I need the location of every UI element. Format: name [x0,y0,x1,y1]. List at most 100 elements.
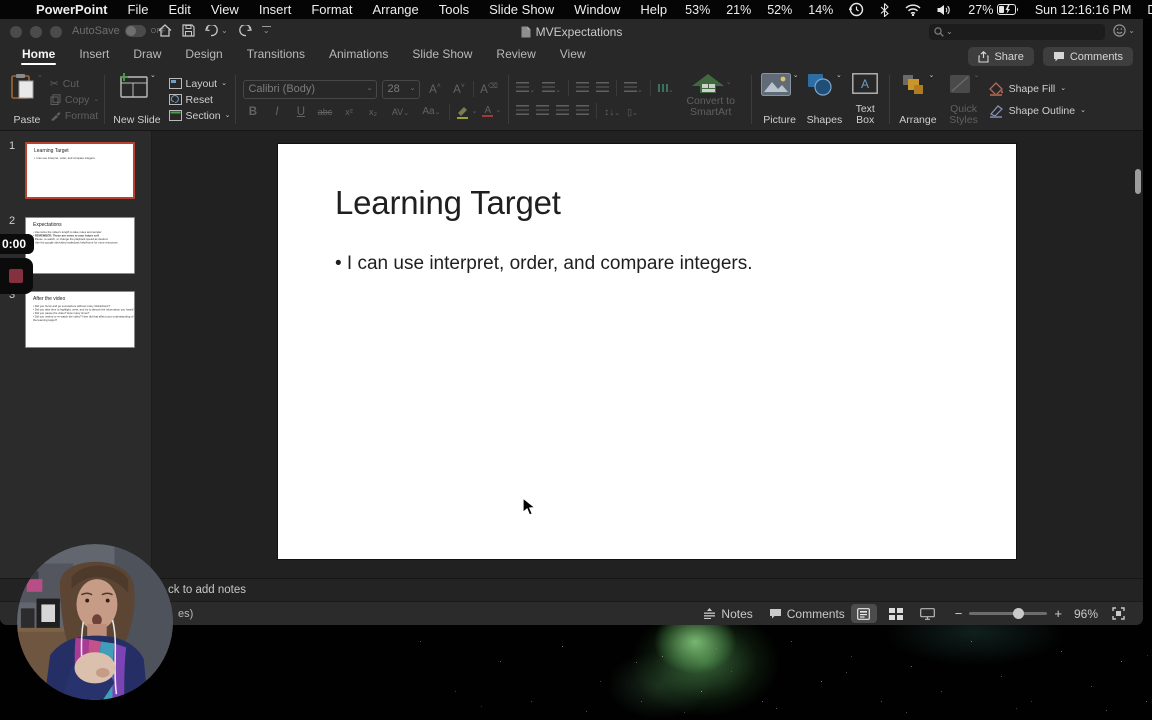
add-table-button[interactable]: ⌄ [657,79,674,97]
copy-button[interactable]: Copy ⌄ [50,94,99,106]
search-field[interactable]: ⌄ [929,24,1105,40]
strikethrough-button[interactable]: abc [315,107,334,117]
close-window-button[interactable] [10,26,22,38]
slide-1-thumbnail[interactable]: Learning Target I can use interpret, ord… [25,142,135,199]
zoom-percent[interactable]: 96% [1074,607,1098,621]
quick-styles-button[interactable]: ⌄ Quick Styles [941,71,987,128]
menu-format[interactable]: Format [301,2,362,17]
fit-slide-button[interactable] [1112,607,1125,620]
tab-review[interactable]: Review [484,44,547,68]
tab-animations[interactable]: Animations [317,44,400,68]
notes-pane[interactable]: ck to add notes [0,578,1143,601]
new-slide-button[interactable]: ⌄ New Slide [110,71,163,128]
time-machine-icon[interactable] [841,2,872,17]
line-spacing-button[interactable]: ⌄ [623,79,643,97]
tab-design[interactable]: Design [173,44,234,68]
decrease-indent-button[interactable] [575,79,589,97]
stat-mem[interactable]: 21% [718,3,759,17]
comments-toggle-button[interactable]: Comments [769,607,845,621]
convert-to-smartart-button[interactable]: ⌄ Convert to SmartArt [676,71,746,128]
align-left-button[interactable] [516,102,530,120]
clear-formatting-button[interactable]: A⌫ [479,82,498,96]
customize-toolbar-icon[interactable]: ⌄ [261,25,271,36]
slide-2-thumbnail[interactable]: Expectations Use twice the video's lengt… [25,217,135,274]
menu-edit[interactable]: Edit [158,2,200,17]
text-direction-button[interactable]: ↕↓⌄ [604,102,620,120]
align-center-button[interactable] [536,102,550,120]
bold-button[interactable]: B [243,106,262,118]
stat-disk[interactable]: 52% [759,3,800,17]
change-case-button[interactable]: Aa⌄ [418,106,444,117]
webcam-overlay-bubble[interactable] [17,544,173,700]
vertical-scrollbar-thumb[interactable] [1135,169,1141,194]
shape-fill-button[interactable]: Shape Fill ⌄ [988,81,1086,96]
layout-button[interactable]: Layout ⌄ [168,78,231,90]
volume-icon[interactable] [929,4,960,16]
comments-button[interactable]: Comments [1042,47,1133,66]
menu-window[interactable]: Window [564,2,630,17]
highlight-color-button[interactable]: ⌄ [455,105,477,119]
slide-sorter-view-button[interactable] [883,604,909,623]
cut-button[interactable]: ✂ Cut [50,78,99,90]
tab-insert[interactable]: Insert [67,44,121,68]
section-button[interactable]: Section ⌄ [168,110,230,122]
redo-button[interactable] [238,24,252,37]
undo-button[interactable]: ⌄ [205,24,228,37]
font-color-button[interactable]: A ⌄ [482,105,501,118]
align-text-button[interactable]: ▯⌄ [627,102,638,120]
grow-font-button[interactable]: A˄ [425,83,444,96]
text-box-button[interactable]: A Text Box [846,71,884,128]
save-icon[interactable] [182,24,195,37]
increase-indent-button[interactable] [595,79,609,97]
character-spacing-button[interactable]: AV⌄ [387,107,413,117]
menu-arrange[interactable]: Arrange [363,2,429,17]
bullets-button[interactable]: ⌄ [516,79,535,97]
slide-title-text[interactable]: Learning Target [335,184,561,222]
shapes-button[interactable]: ⌄ Shapes [803,71,847,128]
menu-powerpoint[interactable]: PowerPoint [26,2,118,17]
menu-slideshow[interactable]: Slide Show [479,2,564,17]
menu-help[interactable]: Help [630,2,677,17]
fast-user-switch[interactable]: Daphne [1139,3,1152,17]
tab-home[interactable]: Home [10,44,67,68]
tab-draw[interactable]: Draw [121,44,173,68]
tab-view[interactable]: View [548,44,598,68]
arrange-button[interactable]: ⌄ Arrange [895,71,940,128]
align-right-button[interactable] [556,102,570,120]
shrink-font-button[interactable]: A˅ [449,83,468,96]
zoom-slider[interactable] [969,608,1048,619]
subscript-button[interactable]: x₂ [363,107,382,117]
stat-net[interactable]: 14% [800,3,841,17]
justify-button[interactable] [576,102,590,120]
font-name-select[interactable]: Calibri (Body) ⌄ [243,79,378,99]
reset-button[interactable]: Reset [168,94,231,106]
zoom-out-button[interactable]: − [955,606,963,621]
menu-file[interactable]: File [118,2,159,17]
battery-status[interactable]: 27% [960,3,1027,17]
font-size-select[interactable]: 28 ⌄ [382,79,421,99]
zoom-slider-thumb[interactable] [1013,608,1025,619]
shape-outline-button[interactable]: Shape Outline ⌄ [989,104,1086,118]
share-button[interactable]: Share [968,47,1034,66]
feedback-smiley-button[interactable]: ⌄ [1113,24,1135,37]
autosave-toggle[interactable] [124,25,146,37]
menu-tools[interactable]: Tools [429,2,479,17]
home-icon[interactable] [158,24,172,37]
slide-3-thumbnail[interactable]: After the video Did you focus and go som… [25,291,135,348]
picture-button[interactable]: ⌄ Picture [757,71,803,128]
zoom-window-button[interactable] [50,26,62,38]
italic-button[interactable]: I [267,106,286,118]
slideshow-view-button[interactable] [915,604,941,623]
tab-slide-show[interactable]: Slide Show [400,44,484,68]
wifi-icon[interactable] [897,3,929,16]
paste-button[interactable]: ⌄ Paste [8,71,46,128]
menu-view[interactable]: View [201,2,249,17]
menu-insert[interactable]: Insert [249,2,302,17]
superscript-button[interactable]: x² [339,107,358,117]
slide-canvas[interactable]: Learning Target • I can use interpret, o… [278,144,1016,559]
slide-bullet-text[interactable]: • I can use interpret, order, and compar… [335,253,753,275]
menubar-clock[interactable]: Sun 12:16:16 PM [1027,3,1140,17]
minimize-window-button[interactable] [30,26,42,38]
numbering-button[interactable]: ⌄ [542,79,561,97]
format-painter-button[interactable]: Format [50,110,99,122]
